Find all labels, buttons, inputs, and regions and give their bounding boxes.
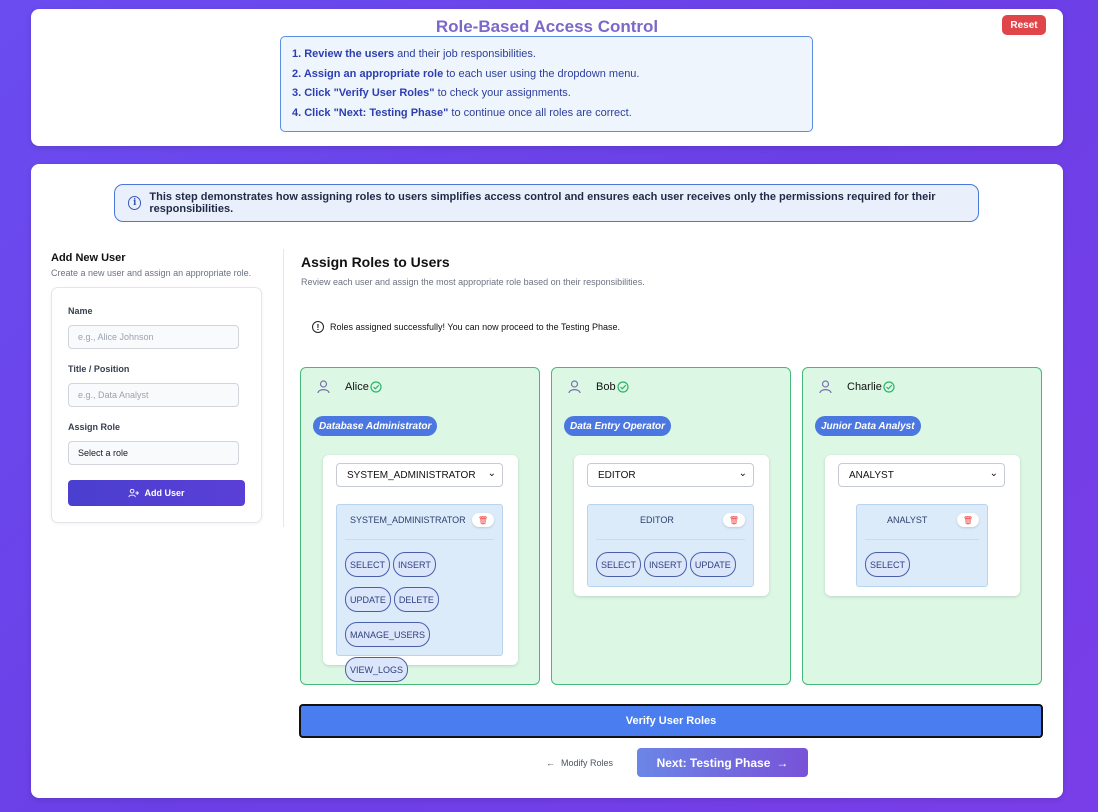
divider xyxy=(865,539,979,540)
add-user-title: Add New User xyxy=(51,252,126,264)
arrow-left-icon: ← xyxy=(546,758,555,768)
assigned-role-box: ANALYST 🗑 SELECT xyxy=(856,504,988,587)
permission-chip: INSERT xyxy=(644,552,687,577)
user-name: Charlie xyxy=(847,381,882,393)
role-assignment-card: EDITOR ⌄ EDITOR 🗑 SELECT INSERT UPDATE xyxy=(574,455,769,596)
permission-list: SELECT INSERT UPDATE xyxy=(596,552,756,577)
add-user-label: Add User xyxy=(144,488,185,498)
chevron-down-icon: ⌄ xyxy=(738,468,747,479)
success-message: ! Roles assigned successfully! You can n… xyxy=(312,321,620,333)
assigned-role-name: SYSTEM_ADMINISTRATOR xyxy=(350,515,466,525)
check-circle-icon xyxy=(370,381,382,393)
instruction-line: 1. Review the users and their job respon… xyxy=(292,48,536,60)
add-user-form: Name e.g., Alice Johnson Title / Positio… xyxy=(51,287,262,523)
permission-chip: SELECT xyxy=(865,552,911,577)
role-assignment-card: SYSTEM_ADMINISTRATOR ⌄ SYSTEM_ADMINISTRA… xyxy=(323,455,518,682)
assign-subtitle: Review each user and assign the most app… xyxy=(301,277,645,287)
job-title-pill: Junior Data Analyst xyxy=(815,416,921,436)
user-header: Charlie xyxy=(819,380,895,394)
role-select[interactable]: Select a role xyxy=(68,441,239,465)
role-dropdown[interactable]: EDITOR ⌄ xyxy=(587,463,754,487)
alert-circle-icon: ! xyxy=(312,321,324,333)
title-label: Title / Position xyxy=(68,364,130,374)
instructions-box: 1. Review the users and their job respon… xyxy=(280,36,813,132)
permission-chip: UPDATE xyxy=(345,587,391,612)
success-text: Roles assigned successfully! You can now… xyxy=(330,322,621,332)
main-card: i This step demonstrates how assigning r… xyxy=(31,164,1063,798)
divider xyxy=(596,539,745,540)
divider xyxy=(345,539,494,540)
user-icon xyxy=(568,380,581,394)
info-banner-text: This step demonstrates how assigning rol… xyxy=(149,191,936,215)
role-dropdown[interactable]: ANALYST ⌄ xyxy=(838,463,1005,487)
divider xyxy=(283,249,284,527)
instruction-line: 3. Click "Verify User Roles" to check yo… xyxy=(292,87,571,99)
check-circle-icon xyxy=(616,381,629,393)
header-card: Role-Based Access Control Reset 1. Revie… xyxy=(31,9,1063,146)
role-dropdown-value: EDITOR xyxy=(598,469,636,481)
permission-list: SELECT INSERT UPDATE DELETE MANAGE_USERS… xyxy=(345,552,475,682)
permission-chip: INSERT xyxy=(393,552,436,577)
add-user-button[interactable]: Add User xyxy=(68,480,245,506)
next-testing-phase-button[interactable]: Next: Testing Phase → xyxy=(637,748,808,777)
permission-chip: SELECT xyxy=(345,552,391,577)
user-icon xyxy=(819,380,832,394)
job-title-pill: Database Administrator xyxy=(313,416,438,436)
permission-chip: DELETE xyxy=(393,587,439,612)
trash-icon[interactable]: 🗑 xyxy=(472,513,494,527)
info-icon: i xyxy=(128,196,142,210)
permission-list: SELECT xyxy=(865,552,985,577)
role-dropdown[interactable]: SYSTEM_ADMINISTRATOR ⌄ xyxy=(336,463,503,487)
user-card-bob: Bob Data Entry Operator EDITOR ⌄ EDITOR … xyxy=(551,367,791,685)
permission-chip: VIEW_LOGS xyxy=(345,657,409,682)
check-circle-icon xyxy=(883,381,895,393)
assign-title: Assign Roles to Users xyxy=(301,254,450,270)
add-user-subtitle: Create a new user and assign an appropri… xyxy=(51,268,252,278)
role-dropdown-value: SYSTEM_ADMINISTRATOR xyxy=(347,469,476,481)
job-title-pill: Data Entry Operator xyxy=(564,416,672,436)
name-label: Name xyxy=(68,306,93,316)
user-card-alice: Alice Database Administrator SYSTEM_ADMI… xyxy=(300,367,540,685)
page-title: Role-Based Access Control xyxy=(435,17,659,36)
role-label: Assign Role xyxy=(68,422,121,432)
instruction-line: 4. Click "Next: Testing Phase" to contin… xyxy=(292,106,632,119)
instruction-line: 2. Assign an appropriate role to each us… xyxy=(292,67,640,80)
role-dropdown-value: ANALYST xyxy=(849,469,894,481)
modify-roles-label: Modify Roles xyxy=(561,758,614,768)
user-card-charlie: Charlie Junior Data Analyst ANALYST ⌄ AN… xyxy=(802,367,1042,685)
info-banner: i This step demonstrates how assigning r… xyxy=(114,184,979,222)
permission-chip: MANAGE_USERS xyxy=(345,622,431,647)
user-name: Alice xyxy=(345,381,369,393)
chevron-down-icon: ⌄ xyxy=(487,468,496,479)
add-user-panel: Add New User Create a new user and assig… xyxy=(51,252,263,523)
user-header: Bob xyxy=(568,380,629,394)
name-input[interactable]: e.g., Alice Johnson xyxy=(68,325,239,349)
title-input[interactable]: e.g., Data Analyst xyxy=(68,383,239,407)
assigned-role-box: SYSTEM_ADMINISTRATOR 🗑 SELECT INSERT UPD… xyxy=(336,504,503,682)
role-assignment-card: ANALYST ⌄ ANALYST 🗑 SELECT xyxy=(825,455,1020,596)
permission-chip: UPDATE xyxy=(689,552,736,577)
permission-chip: SELECT xyxy=(596,552,642,577)
assigned-role-name: EDITOR xyxy=(640,515,674,525)
assigned-role-name: ANALYST xyxy=(887,515,928,525)
user-header: Alice xyxy=(317,380,382,394)
modify-roles-button[interactable]: ← Modify Roles xyxy=(546,756,613,770)
user-icon xyxy=(317,380,330,394)
user-name: Bob xyxy=(596,381,616,393)
assigned-role-box: EDITOR 🗑 SELECT INSERT UPDATE xyxy=(587,504,754,587)
trash-icon[interactable]: 🗑 xyxy=(723,513,745,527)
arrow-right-icon: → xyxy=(776,755,789,770)
reset-button[interactable]: Reset xyxy=(1002,15,1046,35)
trash-icon[interactable]: 🗑 xyxy=(957,513,979,527)
verify-user-roles-button[interactable]: Verify User Roles xyxy=(299,704,1043,738)
next-label: Next: Testing Phase xyxy=(656,755,771,770)
user-plus-icon xyxy=(128,488,140,498)
chevron-down-icon: ⌄ xyxy=(989,468,998,479)
